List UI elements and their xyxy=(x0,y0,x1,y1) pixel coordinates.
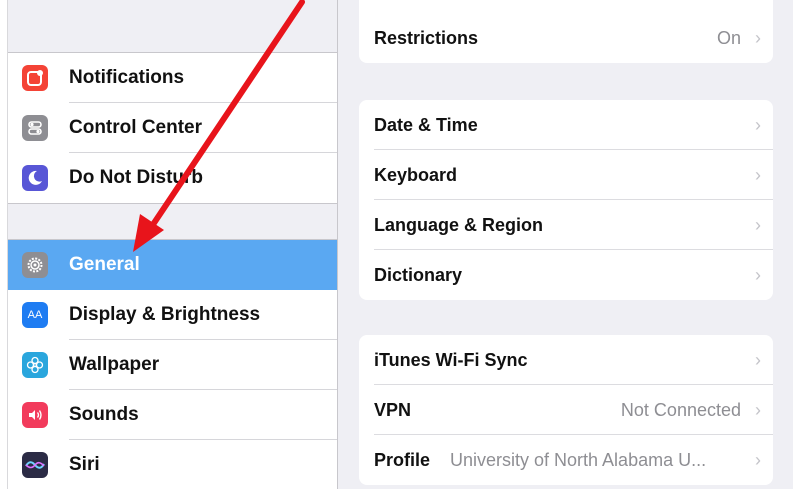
dictionary-label: Dictionary xyxy=(374,264,463,285)
date-time-row[interactable]: Date & Time › xyxy=(359,100,773,150)
itunes-wifi-sync-label: iTunes Wi-Fi Sync xyxy=(374,349,528,370)
sidebar-item-label: Siri xyxy=(69,454,100,475)
control-center-icon xyxy=(22,115,48,141)
restrictions-value: On xyxy=(716,27,741,48)
sidebar-group-1: Notifications Control Center Do Not Dist… xyxy=(8,52,337,204)
date-language-card: Date & Time › Keyboard › Language & Regi… xyxy=(359,100,773,300)
sidebar-item-do-not-disturb[interactable]: Do Not Disturb xyxy=(8,153,337,203)
display-brightness-icon: AA xyxy=(22,302,48,328)
sidebar-item-label: Display & Brightness xyxy=(69,304,261,325)
sidebar-item-label: Do Not Disturb xyxy=(69,167,204,188)
keyboard-row[interactable]: Keyboard › xyxy=(359,150,773,200)
sidebar-group-2: General AA Display & Brightness Wallpape… xyxy=(8,239,337,489)
gear-icon xyxy=(22,252,48,278)
sidebar-item-label: Wallpaper xyxy=(69,354,160,375)
language-region-row[interactable]: Language & Region › xyxy=(359,200,773,250)
chevron-right-icon: › xyxy=(755,349,761,370)
sidebar-item-general[interactable]: General xyxy=(8,240,337,290)
itunes-wifi-sync-row[interactable]: iTunes Wi-Fi Sync › xyxy=(359,335,773,385)
profile-row[interactable]: Profile University of North Alabama U...… xyxy=(359,435,773,485)
window-edge xyxy=(0,0,8,489)
settings-sidebar: Notifications Control Center Do Not Dist… xyxy=(8,0,338,489)
sidebar-item-control-center[interactable]: Control Center xyxy=(8,103,337,153)
chevron-right-icon: › xyxy=(755,114,761,135)
siri-icon xyxy=(22,452,48,478)
chevron-right-icon: › xyxy=(755,449,761,470)
sidebar-item-notifications[interactable]: Notifications xyxy=(8,53,337,103)
keyboard-label: Keyboard xyxy=(374,164,458,185)
date-time-label: Date & Time xyxy=(374,114,478,135)
chevron-right-icon: › xyxy=(755,164,761,185)
notifications-icon xyxy=(22,65,48,91)
chevron-right-icon: › xyxy=(755,27,761,48)
restrictions-label: Restrictions xyxy=(374,27,479,48)
vpn-label: VPN xyxy=(374,399,412,420)
dictionary-row[interactable]: Dictionary › xyxy=(359,250,773,300)
profile-label: Profile xyxy=(374,449,431,470)
restrictions-row[interactable]: Restrictions On › xyxy=(359,13,773,63)
chevron-right-icon: › xyxy=(755,264,761,285)
sidebar-item-siri[interactable]: Siri xyxy=(8,440,337,489)
moon-icon xyxy=(22,165,48,191)
sidebar-item-label: Sounds xyxy=(69,404,139,425)
vpn-row[interactable]: VPN Not Connected › xyxy=(359,385,773,435)
chevron-right-icon: › xyxy=(755,399,761,420)
profile-value: University of North Alabama U... xyxy=(450,449,707,470)
settings-detail-pane: Restrictions On › Date & Time › Keyboard… xyxy=(338,0,793,489)
restrictions-card: Restrictions On › xyxy=(359,0,773,63)
network-profile-card: iTunes Wi-Fi Sync › VPN Not Connected › … xyxy=(359,335,773,485)
chevron-right-icon: › xyxy=(755,214,761,235)
sidebar-item-label: General xyxy=(69,254,140,275)
wallpaper-icon xyxy=(22,352,48,378)
sidebar-item-sounds[interactable]: Sounds xyxy=(8,390,337,440)
sidebar-item-wallpaper[interactable]: Wallpaper xyxy=(8,340,337,390)
sidebar-item-label: Notifications xyxy=(69,67,185,88)
sidebar-item-label: Control Center xyxy=(69,117,202,138)
speaker-icon xyxy=(22,402,48,428)
sidebar-item-display-brightness[interactable]: AA Display & Brightness xyxy=(8,290,337,340)
vpn-status-value: Not Connected xyxy=(620,399,741,420)
language-region-label: Language & Region xyxy=(374,214,544,235)
